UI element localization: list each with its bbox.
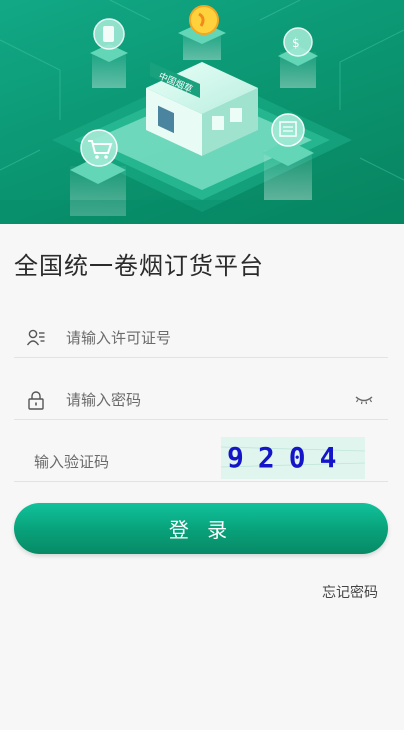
forgot-password-link[interactable]: 忘记密码: [322, 582, 378, 602]
password-input[interactable]: [66, 386, 336, 414]
lock-icon: [26, 390, 46, 410]
shopping-cart-icon: [80, 129, 118, 167]
hero-banner: 中国烟草 $: [0, 0, 404, 224]
eye-closed-icon[interactable]: [354, 392, 374, 406]
captcha-field: 9204: [14, 437, 388, 482]
hero-illustration: 中国烟草 $: [0, 0, 404, 224]
captcha-image[interactable]: 9204: [220, 437, 366, 479]
captcha-input[interactable]: [34, 448, 214, 476]
license-input[interactable]: [66, 324, 336, 352]
svg-text:$: $: [292, 36, 300, 50]
captcha-text: 9204: [227, 441, 350, 474]
login-button[interactable]: 登 录: [14, 503, 388, 554]
page-title: 全国统一卷烟订货平台: [14, 252, 264, 280]
license-field: [14, 316, 388, 358]
document-icon: [271, 113, 305, 147]
login-page: 中国烟草 $ 全国统一卷烟订货平台 请输入许可证号 输入验证码 9204 登 录…: [0, 0, 404, 730]
password-field: [14, 378, 388, 420]
user-list-icon: [26, 328, 46, 348]
